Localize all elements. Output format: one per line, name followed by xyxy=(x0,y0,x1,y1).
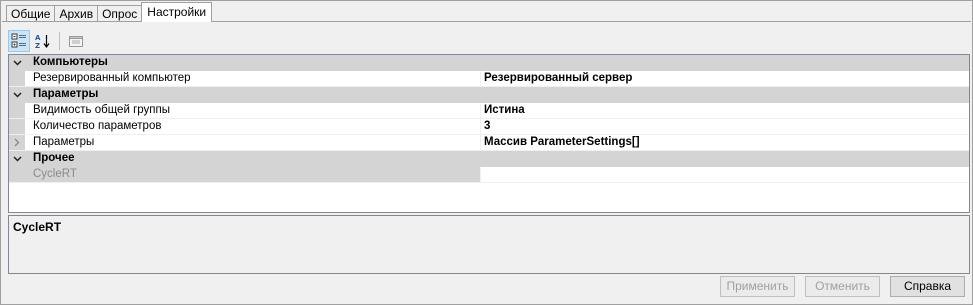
description-title: CycleRT xyxy=(13,220,62,234)
alphabetical-view-button[interactable]: A Z xyxy=(32,30,54,52)
category-label: Параметры xyxy=(33,88,99,100)
categorized-icon xyxy=(11,33,26,48)
cancel-button[interactable]: Отменить xyxy=(805,276,880,297)
description-pane: CycleRT xyxy=(8,215,970,274)
toolbar-separator xyxy=(59,32,60,50)
tab-settings[interactable]: Настройки xyxy=(141,2,213,22)
svg-text:A: A xyxy=(35,34,41,42)
property-row-cyclert[interactable]: CycleRT xyxy=(9,167,969,183)
category-label: Компьютеры xyxy=(33,56,108,68)
tab-polling[interactable]: Опрос xyxy=(97,5,143,22)
property-name: CycleRT xyxy=(33,168,77,180)
property-pages-icon xyxy=(69,36,83,47)
row-gutter xyxy=(9,71,25,86)
property-row-parameter-count[interactable]: Количество параметров 3 xyxy=(9,119,969,135)
category-label: Прочее xyxy=(33,152,75,164)
property-row-parameters[interactable]: Параметры Массив ParameterSettings[] xyxy=(9,135,969,151)
property-name: Видимость общей группы xyxy=(33,104,170,116)
category-other[interactable]: Прочее xyxy=(9,151,969,167)
property-value[interactable]: 3 xyxy=(480,119,969,134)
collapse-icon[interactable] xyxy=(9,87,25,102)
property-value[interactable]: Резервированный сервер xyxy=(480,71,969,86)
category-parameters[interactable]: Параметры xyxy=(9,87,969,103)
property-grid: Компьютеры Резервированный компьютер Рез… xyxy=(8,54,970,213)
property-value[interactable]: Истина xyxy=(480,103,969,118)
row-gutter xyxy=(9,119,25,134)
collapse-icon[interactable] xyxy=(9,55,25,70)
property-grid-toolbar: A Z xyxy=(8,29,964,53)
property-name: Количество параметров xyxy=(33,120,162,132)
property-value[interactable]: Массив ParameterSettings[] xyxy=(480,135,969,150)
property-row-reserved-computer[interactable]: Резервированный компьютер Резервированны… xyxy=(9,71,969,87)
row-gutter xyxy=(9,103,25,118)
svg-text:Z: Z xyxy=(35,42,40,49)
alphabetical-sort-icon: A Z xyxy=(35,34,50,49)
tab-general[interactable]: Общие xyxy=(6,5,56,22)
property-value[interactable] xyxy=(480,167,969,182)
property-name: Параметры xyxy=(33,136,95,148)
category-computers[interactable]: Компьютеры xyxy=(9,55,969,71)
property-row-group-visibility[interactable]: Видимость общей группы Истина xyxy=(9,103,969,119)
property-name: Резервированный компьютер xyxy=(33,72,191,84)
apply-button[interactable]: Применить xyxy=(720,276,795,297)
expand-icon[interactable] xyxy=(9,135,25,150)
property-pages-button[interactable] xyxy=(65,30,87,52)
tab-strip: Общие Архив Опрос Настройки xyxy=(6,2,213,22)
help-button[interactable]: Справка xyxy=(890,276,965,297)
categorized-view-button[interactable] xyxy=(8,30,30,52)
row-gutter xyxy=(9,167,25,182)
collapse-icon[interactable] xyxy=(9,151,25,166)
tab-archive[interactable]: Архив xyxy=(54,5,99,22)
